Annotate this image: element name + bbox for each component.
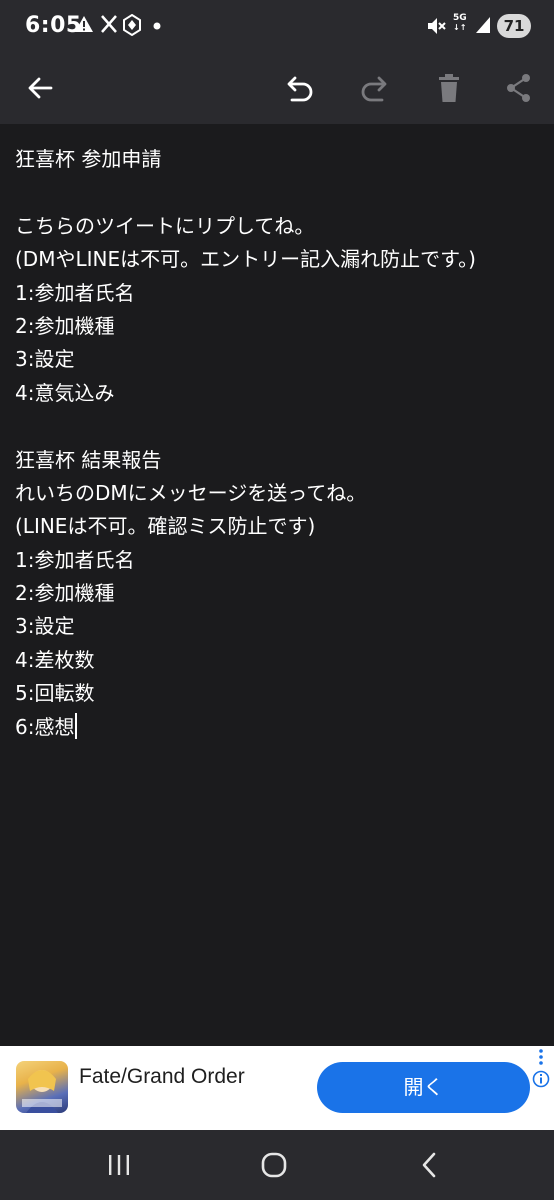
ad-title[interactable]: Fate/Grand Order bbox=[79, 1065, 245, 1089]
more-vert-icon bbox=[539, 1049, 543, 1065]
note-line[interactable]: こちらのツイートにリプしてね。 bbox=[15, 210, 476, 243]
note-line[interactable]: 狂喜杯 参加申請 bbox=[15, 143, 476, 176]
ad-app-icon[interactable] bbox=[16, 1061, 68, 1113]
note-line[interactable] bbox=[15, 176, 476, 209]
share-button[interactable] bbox=[497, 66, 541, 110]
undo-button[interactable] bbox=[276, 66, 320, 110]
x-logo-icon bbox=[101, 15, 117, 33]
network-label: 5G ↓↑ bbox=[453, 13, 467, 33]
back-arrow-icon bbox=[28, 77, 53, 99]
note-line[interactable]: (LINEは不可。確認ミス防止です) bbox=[15, 510, 476, 543]
signal-icon bbox=[476, 17, 490, 33]
note-line[interactable]: 4:意気込み bbox=[15, 377, 476, 410]
nav-back-button[interactable] bbox=[410, 1145, 450, 1185]
note-line[interactable]: 1:参加者氏名 bbox=[15, 544, 476, 577]
note-line[interactable]: 4:差枚数 bbox=[15, 644, 476, 677]
note-line[interactable]: 1:参加者氏名 bbox=[15, 277, 476, 310]
delete-icon bbox=[439, 74, 459, 102]
recent-apps-icon bbox=[109, 1155, 129, 1175]
note-line[interactable]: 2:参加機種 bbox=[15, 577, 476, 610]
back-button[interactable] bbox=[18, 66, 62, 110]
note-line[interactable]: (DMやLINEは不可。エントリー記入漏れ防止です。) bbox=[15, 243, 476, 276]
note-line[interactable]: 6:感想 bbox=[15, 711, 476, 744]
note-line[interactable]: 狂喜杯 結果報告 bbox=[15, 444, 476, 477]
home-button[interactable] bbox=[254, 1145, 294, 1185]
note-line[interactable]: 5:回転数 bbox=[15, 677, 476, 710]
note-line[interactable]: 3:設定 bbox=[15, 343, 476, 376]
undo-icon bbox=[287, 76, 313, 102]
note-line[interactable]: 3:設定 bbox=[15, 610, 476, 643]
toolbar bbox=[0, 52, 554, 124]
dot-icon bbox=[153, 22, 161, 30]
note-line[interactable] bbox=[15, 410, 476, 443]
redo-icon bbox=[361, 76, 387, 102]
share-icon bbox=[507, 74, 530, 102]
ad-open-button[interactable]: 開く bbox=[317, 1062, 530, 1113]
redo-button[interactable] bbox=[354, 66, 398, 110]
alert-icon bbox=[75, 16, 93, 32]
note-line[interactable]: 2:参加機種 bbox=[15, 310, 476, 343]
mute-icon bbox=[428, 18, 446, 34]
home-icon bbox=[261, 1152, 287, 1178]
info-icon bbox=[532, 1070, 550, 1088]
status-bar: 6:05 5G ↓↑ 71 bbox=[0, 0, 554, 52]
note-text[interactable]: 狂喜杯 参加申請 こちらのツイートにリプしてね。 (DMやLINEは不可。エントリー… bbox=[15, 143, 476, 744]
battery-indicator: 71 bbox=[497, 14, 531, 38]
app-icon bbox=[123, 14, 141, 36]
text-cursor bbox=[75, 712, 78, 739]
back-icon bbox=[422, 1152, 436, 1178]
ad-info[interactable] bbox=[532, 1048, 550, 1088]
note-line[interactable]: れいちのDMにメッセージを送ってね。 bbox=[15, 477, 476, 510]
delete-button[interactable] bbox=[427, 66, 471, 110]
recent-apps-button[interactable] bbox=[99, 1145, 139, 1185]
